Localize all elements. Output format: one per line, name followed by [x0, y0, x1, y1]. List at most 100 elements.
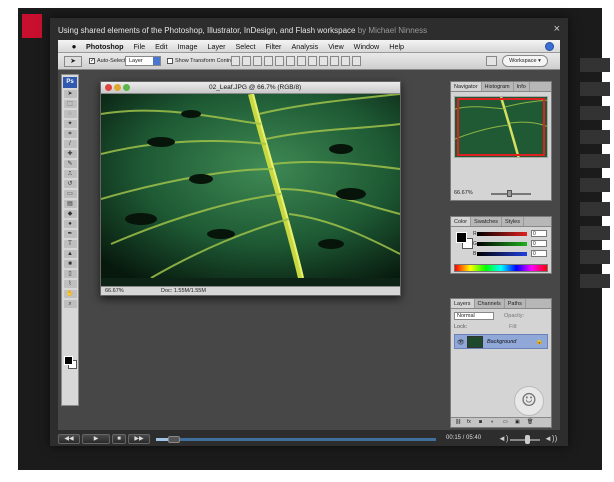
dodge-tool-icon[interactable]: ●	[63, 220, 77, 228]
menu-image[interactable]: Image	[178, 42, 198, 51]
link-layers-icon[interactable]: ⛓	[455, 419, 461, 425]
zoom-window-button[interactable]	[123, 84, 130, 91]
crop-tool-icon[interactable]: ⌗	[63, 130, 77, 138]
menu-help[interactable]: Help	[389, 42, 404, 51]
tab-navigator[interactable]: Navigator	[451, 82, 482, 91]
color-foreground-swatch[interactable]	[456, 232, 467, 243]
workspace-button[interactable]: Workspace ▾	[502, 55, 548, 67]
menu-file[interactable]: File	[134, 42, 146, 51]
align-left-icon[interactable]	[264, 56, 273, 66]
volume-low-icon[interactable]: ◄)	[498, 434, 509, 443]
volume-knob[interactable]	[524, 435, 530, 444]
distribute-top-icon[interactable]	[297, 56, 306, 66]
distribute-vcenter-icon[interactable]	[308, 56, 317, 66]
volume-high-icon[interactable]: ◄))	[544, 434, 557, 443]
layer-style-icon[interactable]: fx	[467, 419, 471, 425]
menu-photoshop[interactable]: Photoshop	[86, 42, 124, 51]
document-window[interactable]: 02_Leaf.JPG @ 66.7% (RGB/8) 66.67% Doc: …	[100, 81, 401, 296]
tab-color[interactable]: Color	[451, 217, 472, 226]
menu-view[interactable]: View	[328, 42, 343, 51]
align-hcenter-icon[interactable]	[275, 56, 284, 66]
channel-g-value[interactable]: 0	[531, 240, 547, 247]
marquee-tool-icon[interactable]: ⬚	[63, 100, 77, 108]
menu-edit[interactable]: Edit	[155, 42, 167, 51]
distribute-right-icon[interactable]	[352, 56, 361, 66]
move-tool-icon[interactable]: ➤	[63, 90, 77, 98]
menu-analysis[interactable]: Analysis	[291, 42, 318, 51]
play-button[interactable]: ▶	[82, 434, 110, 444]
minimize-window-button[interactable]	[114, 84, 121, 91]
clone-stamp-icon[interactable]: ⎍	[63, 170, 77, 178]
blend-mode-dropdown[interactable]: Normal	[454, 312, 494, 320]
distribute-left-icon[interactable]	[330, 56, 339, 66]
channel-r-value[interactable]: 0	[531, 230, 547, 237]
distribute-hcenter-icon[interactable]	[341, 56, 350, 66]
tab-paths[interactable]: Paths	[505, 299, 526, 308]
color-spectrum[interactable]	[454, 264, 548, 272]
align-bottom-icon[interactable]	[253, 56, 262, 66]
foreground-color-swatch[interactable]	[64, 356, 73, 365]
channel-b-value[interactable]: 0	[531, 250, 547, 257]
navigator-zoom-knob[interactable]	[507, 190, 512, 197]
navigator-view-box[interactable]	[457, 98, 545, 156]
delete-layer-icon[interactable]: 🗑	[527, 419, 533, 425]
show-transform-checkbox[interactable]	[167, 58, 173, 64]
pen-tool-icon[interactable]: ✒	[63, 230, 77, 238]
tab-channels[interactable]: Channels	[475, 299, 505, 308]
navigator-zoom[interactable]: 66.67%	[454, 190, 473, 196]
shape-tool-icon[interactable]: ■	[63, 260, 77, 268]
leaf-image[interactable]	[101, 94, 400, 287]
navigator-thumbnail[interactable]	[454, 96, 548, 158]
gradient-tool-icon[interactable]: ▤	[63, 200, 77, 208]
type-tool-icon[interactable]: T	[63, 240, 77, 248]
stop-button[interactable]: ■	[112, 434, 126, 444]
zoom-tool-icon[interactable]: ⌕	[63, 300, 77, 308]
tab-layers[interactable]: Layers	[451, 299, 475, 308]
close-icon[interactable]: ×	[554, 23, 560, 35]
align-top-icon[interactable]	[231, 56, 240, 66]
align-right-icon[interactable]	[286, 56, 295, 66]
document-zoom[interactable]: 66.67%	[105, 288, 124, 294]
distribute-bottom-icon[interactable]	[319, 56, 328, 66]
close-window-button[interactable]	[105, 84, 112, 91]
brush-tool-icon[interactable]: ✎	[63, 160, 77, 168]
adjustment-layer-icon[interactable]: ◐	[491, 419, 494, 425]
lasso-tool-icon[interactable]: ◌	[63, 110, 77, 118]
menu-filter[interactable]: Filter	[265, 42, 281, 51]
tab-histogram[interactable]: Histogram	[482, 82, 514, 91]
fast-forward-button[interactable]: ▶▶	[128, 434, 150, 444]
menu-layer[interactable]: Layer	[208, 42, 226, 51]
progress-bar[interactable]	[156, 436, 436, 443]
auto-select-dropdown[interactable]: Layer	[125, 56, 161, 66]
blur-tool-icon[interactable]: ◆	[63, 210, 77, 218]
auto-select-checkbox[interactable]: ✓	[89, 58, 95, 64]
video-frame[interactable]: ● Photoshop File Edit Image Layer Select…	[58, 40, 560, 430]
spotlight-icon[interactable]	[545, 42, 554, 51]
slice-tool-icon[interactable]: /	[63, 140, 77, 148]
apple-icon[interactable]: ●	[68, 42, 80, 51]
eyedropper-tool-icon[interactable]: ⌇	[63, 280, 77, 288]
layer-mask-icon[interactable]: ◙	[479, 419, 482, 425]
history-brush-icon[interactable]: ↺	[63, 180, 77, 188]
magic-wand-tool-icon[interactable]: ✦	[63, 120, 77, 128]
new-layer-icon[interactable]: ▣	[515, 419, 520, 425]
menu-select[interactable]: Select	[235, 42, 255, 51]
channel-b-slider[interactable]	[477, 252, 527, 256]
document-title-bar[interactable]: 02_Leaf.JPG @ 66.7% (RGB/8)	[101, 82, 400, 94]
eye-icon[interactable]: 👁	[457, 339, 465, 346]
tab-info[interactable]: Info	[514, 82, 530, 91]
notes-tool-icon[interactable]: ▯	[63, 270, 77, 278]
align-vcenter-icon[interactable]	[242, 56, 251, 66]
tab-styles[interactable]: Styles	[502, 217, 524, 226]
channel-r-slider[interactable]	[477, 232, 527, 236]
rewind-button[interactable]: ◀◀	[58, 434, 80, 444]
move-tool-icon[interactable]: ➤	[64, 56, 82, 67]
layer-row-background[interactable]: 👁 Background 🔒	[454, 334, 548, 349]
menu-window[interactable]: Window	[354, 42, 380, 51]
path-selection-icon[interactable]: ▲	[63, 250, 77, 258]
healing-brush-icon[interactable]: ✚	[63, 150, 77, 158]
bridge-icon[interactable]	[486, 56, 497, 66]
tab-swatches[interactable]: Swatches	[471, 217, 503, 226]
hand-tool-icon[interactable]: ✋	[63, 290, 77, 298]
channel-g-slider[interactable]	[477, 242, 527, 246]
